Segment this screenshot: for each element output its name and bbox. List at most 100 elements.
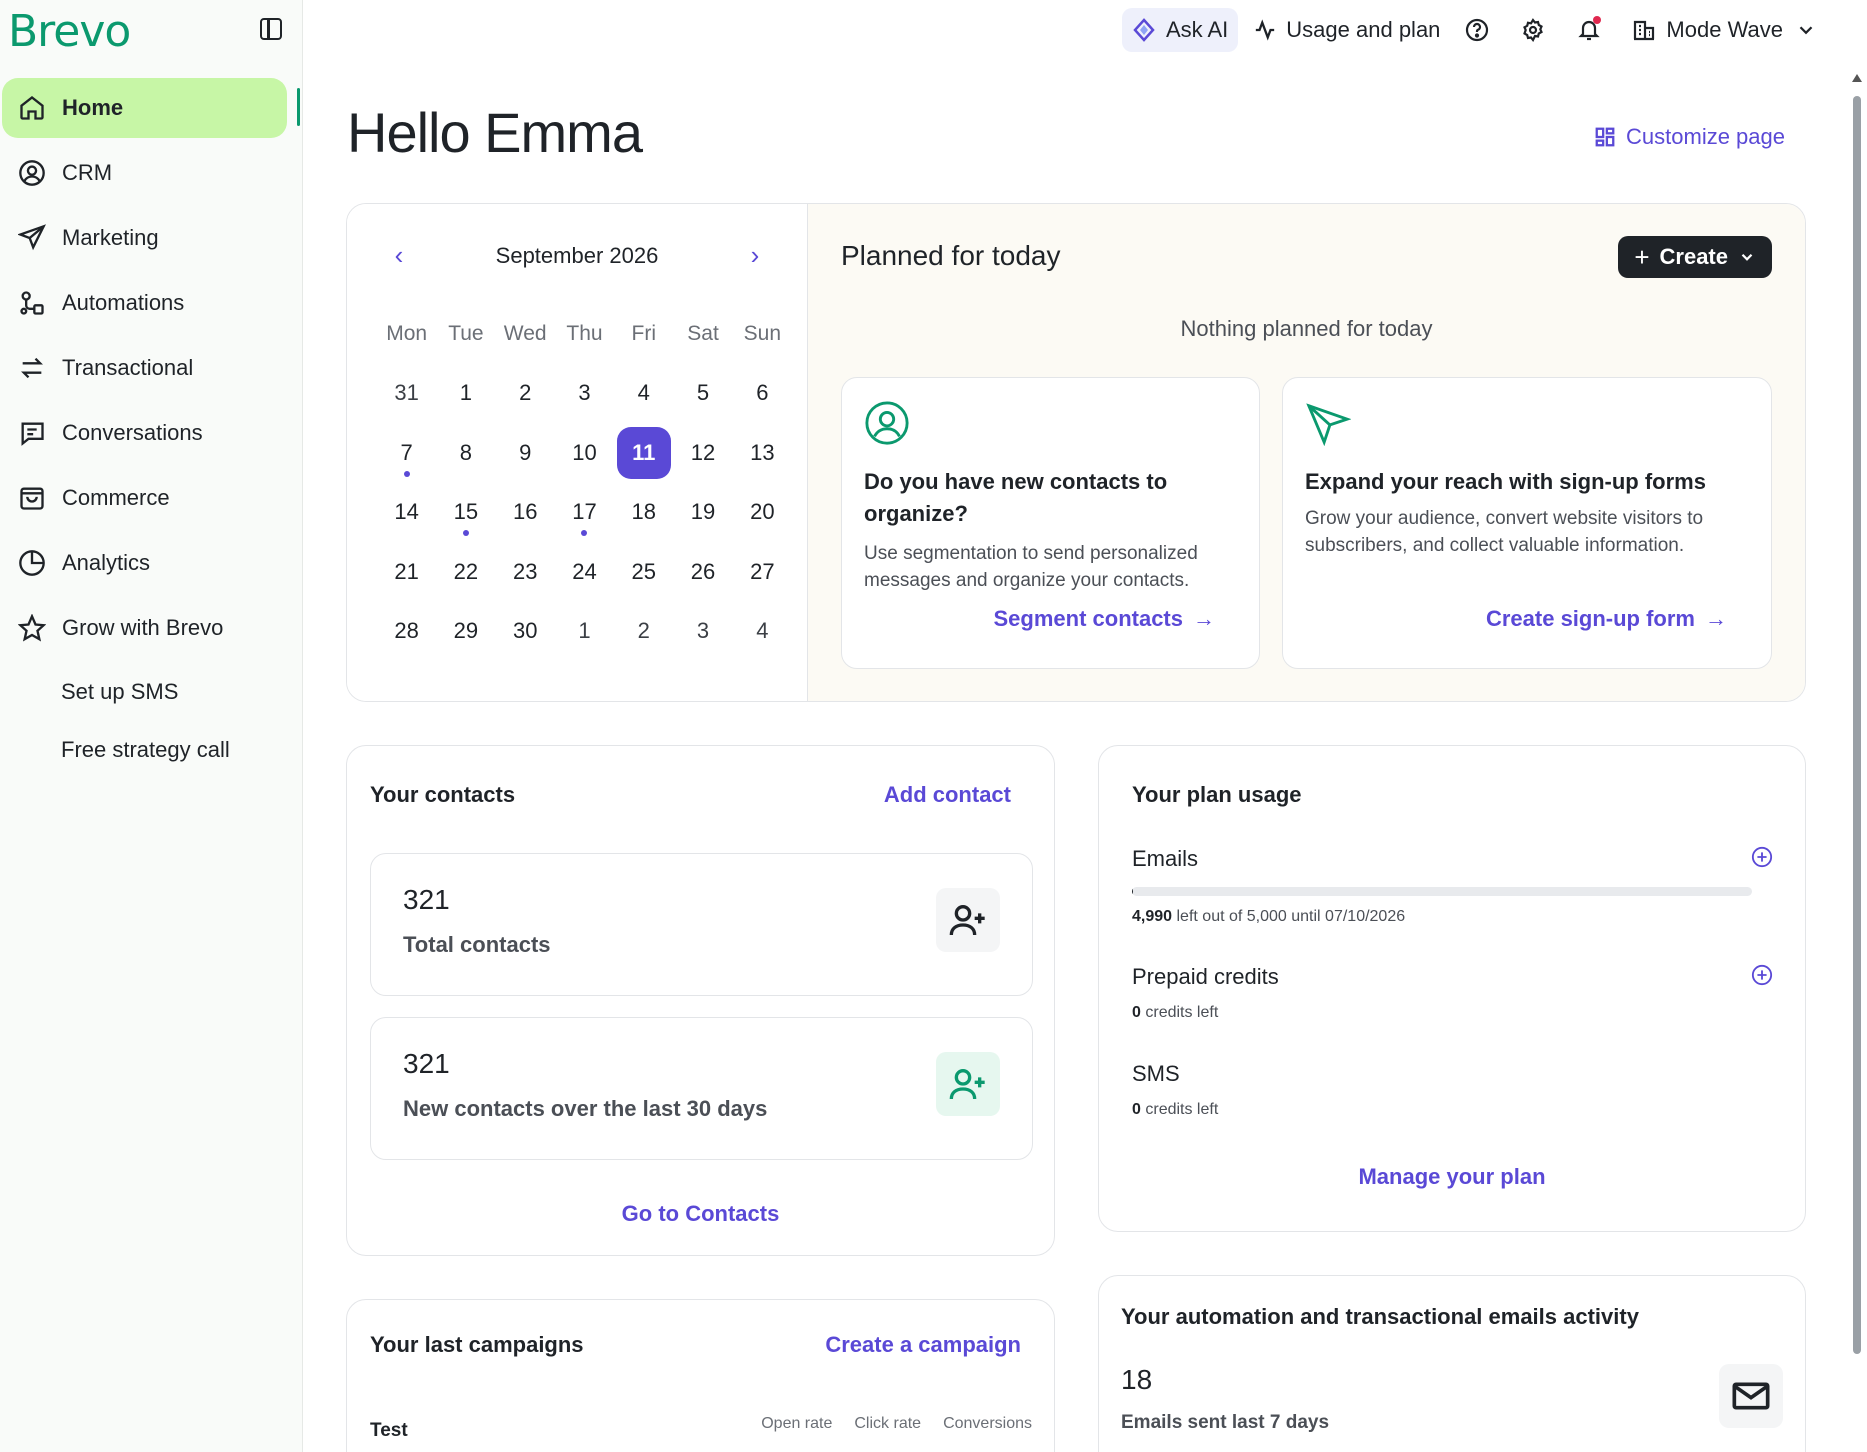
activity-label: Emails sent last 7 days: [1121, 1412, 1330, 1433]
sidebar-item-automations[interactable]: Automations: [2, 273, 287, 333]
calendar-day[interactable]: 16: [496, 486, 555, 538]
activity-value: 18: [1121, 1364, 1153, 1395]
sidebar-item-strategy-call[interactable]: Free strategy call: [0, 721, 303, 779]
weekday-label: Tue: [448, 321, 484, 345]
calendar-day[interactable]: 13: [733, 427, 792, 479]
sidebar-item-conversations[interactable]: Conversations: [2, 403, 287, 463]
weekday-label: Wed: [503, 321, 547, 345]
total-contacts-stat[interactable]: 321 Total contacts: [370, 853, 1033, 996]
calendar-day[interactable]: 31: [377, 367, 436, 419]
calendar-day[interactable]: 25: [614, 546, 673, 598]
sidebar: Brevo Home CRM Marketing Automations Tra…: [0, 0, 303, 1452]
calendar-day[interactable]: 7: [377, 427, 436, 479]
calendar-day[interactable]: 11: [616, 426, 671, 479]
create-campaign-button[interactable]: Create a campaign: [825, 1332, 1021, 1358]
org-switcher[interactable]: Mode Wave: [1632, 17, 1817, 43]
contacts-card: Your contacts Add contact 321 Total cont…: [346, 745, 1055, 1256]
calendar-day[interactable]: 18: [614, 486, 673, 538]
calendar-day[interactable]: 9: [496, 427, 555, 479]
calendar-day[interactable]: 22: [436, 546, 495, 598]
plus-circle-icon[interactable]: [1751, 846, 1773, 868]
sidebar-item-setup-sms[interactable]: Set up SMS: [0, 663, 303, 721]
emails-progress-fill: [1132, 887, 1134, 896]
calendar-day[interactable]: 5: [673, 367, 732, 419]
calendar-day[interactable]: 14: [377, 486, 436, 538]
calendar-day[interactable]: 19: [673, 486, 732, 538]
calendar-day[interactable]: 29: [436, 605, 495, 657]
prev-month-icon[interactable]: ‹: [387, 240, 411, 271]
calendar-day[interactable]: 12: [673, 427, 732, 479]
calendar-day[interactable]: 26: [673, 546, 732, 598]
column-header: Conversions: [943, 1415, 1032, 1432]
calendar-day[interactable]: 27: [733, 546, 792, 598]
calendar-day[interactable]: 6: [733, 367, 792, 419]
collapse-sidebar-icon[interactable]: [260, 18, 282, 40]
next-month-icon[interactable]: ›: [743, 240, 767, 271]
calendar-day[interactable]: 17: [555, 486, 614, 538]
sidebar-item-label: Marketing: [62, 225, 159, 250]
chevron-down-icon: [1741, 253, 1753, 261]
calendar-day[interactable]: 23: [496, 546, 555, 598]
add-contact-button[interactable]: Add contact: [884, 782, 1011, 808]
calendar-day[interactable]: 2: [496, 367, 555, 419]
sidebar-item-grow[interactable]: Grow with Brevo: [2, 598, 287, 658]
weekday-label: Sun: [743, 321, 782, 345]
calendar-day[interactable]: 15: [436, 486, 495, 538]
calendar-day[interactable]: 1: [555, 605, 614, 657]
calendar-day[interactable]: 8: [436, 427, 495, 479]
chevron-down-icon: [1799, 26, 1813, 35]
sidebar-item-transactional[interactable]: Transactional: [2, 338, 287, 398]
week-row: 21 22 23 24 25 26 27: [377, 542, 792, 602]
help-icon[interactable]: [1464, 17, 1490, 43]
stat-value: 321: [403, 1048, 450, 1079]
usage-plan-label: Usage and plan: [1286, 17, 1441, 42]
sms-suffix: credits left: [1145, 1101, 1219, 1118]
calendar-day[interactable]: 3: [673, 605, 732, 657]
calendar-grid: Mon Tue Wed Thu Fri Sat Sun 31 1 2 3 4 5 6 7 8 9 10 11 12 13…: [377, 304, 792, 661]
scroll-thumb[interactable]: [1853, 96, 1861, 1354]
plus-circle-icon[interactable]: [1751, 964, 1773, 986]
calendar-day[interactable]: 4: [614, 367, 673, 419]
calendar-day[interactable]: 2: [614, 605, 673, 657]
scroll-up-icon[interactable]: [1852, 74, 1862, 82]
pie-chart-icon: [19, 550, 45, 576]
tip-title: Expand your reach with sign-up forms: [1305, 469, 1706, 494]
mail-icon: [1719, 1364, 1783, 1428]
sidebar-item-crm[interactable]: CRM: [2, 143, 287, 203]
calendar-day[interactable]: 20: [733, 486, 792, 538]
sidebar-item-analytics[interactable]: Analytics: [2, 533, 287, 593]
send-icon: [18, 224, 46, 251]
sidebar-nav: Home CRM Marketing Automations Transacti…: [0, 78, 303, 779]
page-title: Hello Emma: [347, 101, 643, 164]
customize-page-button[interactable]: Customize page: [1594, 124, 1785, 150]
calendar-day[interactable]: 30: [496, 605, 555, 657]
ask-ai-button[interactable]: Ask AI: [1121, 8, 1239, 52]
sidebar-item-label: Home: [62, 95, 124, 120]
calendar-day[interactable]: 28: [377, 605, 436, 657]
page-scrollbar[interactable]: [1847, 70, 1867, 1452]
manage-plan-link[interactable]: Manage your plan: [1099, 1164, 1805, 1190]
add-user-icon: [936, 1052, 1000, 1116]
usage-plan-button[interactable]: Usage and plan: [1254, 17, 1440, 43]
sidebar-item-commerce[interactable]: Commerce: [2, 468, 287, 528]
brand-logo[interactable]: Brevo: [8, 6, 131, 57]
new-contacts-stat[interactable]: 321 New contacts over the last 30 days: [370, 1017, 1033, 1160]
campaign-name[interactable]: Test: [370, 1420, 408, 1442]
calendar-day[interactable]: 10: [555, 427, 614, 479]
gear-icon[interactable]: [1520, 17, 1546, 43]
segment-contacts-link[interactable]: Segment contacts →: [994, 606, 1216, 632]
shopping-bag-icon: [20, 487, 44, 510]
calendar-day[interactable]: 21: [377, 546, 436, 598]
bell-icon[interactable]: [1576, 16, 1602, 43]
activity-title: Your automation and transactional emails…: [1121, 1304, 1639, 1329]
go-to-contacts-link[interactable]: Go to Contacts: [347, 1201, 1054, 1227]
calendar-day[interactable]: 1: [436, 367, 495, 419]
calendar-day[interactable]: 3: [555, 367, 614, 419]
create-button[interactable]: + Create: [1618, 236, 1772, 278]
sidebar-item-marketing[interactable]: Marketing: [2, 208, 287, 268]
calendar-day[interactable]: 4: [733, 605, 792, 657]
user-circle-icon: [865, 401, 909, 445]
create-signup-form-link[interactable]: Create sign-up form →: [1486, 606, 1727, 632]
sidebar-item-home[interactable]: Home: [2, 78, 287, 138]
calendar-day[interactable]: 24: [555, 546, 614, 598]
